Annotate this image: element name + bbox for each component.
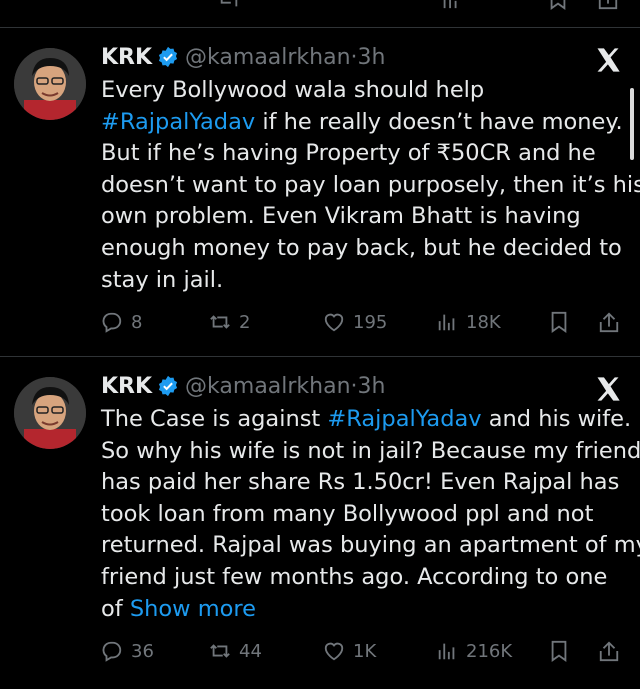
views-button[interactable]: 216K: [436, 637, 512, 665]
bookmark-icon[interactable]: [547, 0, 569, 10]
views-icon[interactable]: [440, 0, 462, 10]
tweet-text-line: But if he’s having Property of ₹50CR and…: [101, 140, 596, 167]
tweet[interactable]: KRK @kamaalrkhan·3h Every Bollywood wala …: [0, 28, 640, 356]
views-count: 18K: [466, 311, 501, 333]
share-button[interactable]: [598, 637, 628, 665]
bookmark-button[interactable]: [548, 308, 578, 336]
retweet-icon: [210, 644, 230, 658]
views-count: 216K: [466, 640, 513, 662]
tweet-text-line: own problem. Even Vikram Bhatt is having: [101, 203, 581, 230]
tweet-text: The Case is against #RajpalYadav and his…: [101, 404, 640, 625]
like-count: 195: [353, 311, 388, 333]
bookmark-button[interactable]: [548, 637, 578, 665]
verified-badge-icon: [158, 46, 178, 68]
reply-icon: [102, 641, 122, 662]
views-button[interactable]: 18K: [436, 308, 501, 336]
tweet-text-line: stay in jail.: [101, 266, 224, 293]
display-name[interactable]: KRK: [101, 45, 152, 70]
retweet-button[interactable]: 44: [209, 637, 262, 665]
tweet-header: KRK @kamaalrkhan·3h: [101, 44, 386, 72]
display-name[interactable]: KRK: [101, 374, 152, 399]
like-icon: [324, 313, 344, 332]
reply-count: 8: [131, 311, 143, 333]
x-logo-icon: [597, 377, 620, 401]
x-logo-icon: [597, 48, 620, 72]
tweet-header: KRK @kamaalrkhan·3h: [101, 373, 386, 401]
previous-tweet-actions: [0, 0, 640, 28]
hashtag-link[interactable]: #RajpalYadav: [101, 109, 255, 135]
reply-button[interactable]: 36: [101, 637, 154, 665]
avatar-image: [14, 377, 86, 449]
tweet-text-line: took loan from many Bollywood ppl and no…: [101, 500, 594, 527]
like-count: 1K: [353, 640, 377, 662]
share-icon: [599, 641, 619, 662]
views-icon: [438, 643, 455, 660]
avatar[interactable]: [14, 48, 86, 120]
show-more-link[interactable]: Show more: [130, 596, 256, 622]
handle[interactable]: @kamaalrkhan: [185, 374, 351, 399]
avatar[interactable]: [14, 377, 86, 449]
reply-icon: [102, 312, 122, 333]
tweet-text: Every Bollywood wala should help #Rajpal…: [101, 75, 640, 296]
tweet-text-line: The Case is against #RajpalYadav and his…: [101, 406, 632, 432]
bookmark-icon: [551, 640, 567, 662]
share-button[interactable]: [598, 308, 628, 336]
retweet-count: 44: [239, 640, 262, 662]
avatar-image: [14, 48, 86, 120]
like-button[interactable]: 195: [323, 308, 387, 336]
tweet-actions: 8 2 195 18K: [101, 308, 621, 336]
share-icon: [599, 312, 619, 333]
handle[interactable]: @kamaalrkhan: [185, 45, 351, 70]
tweet-text-line: Every Bollywood wala should help: [101, 77, 485, 103]
like-button[interactable]: 1K: [323, 637, 376, 665]
retweet-icon: [210, 315, 230, 329]
like-icon: [324, 642, 344, 661]
tweet-text-line: has paid her share Rs 1.50cr! Even Rajpa…: [101, 469, 620, 496]
timestamp[interactable]: 3h: [358, 45, 386, 70]
tweet-text-line: #RajpalYadav if he really doesn’t have m…: [101, 108, 623, 135]
share-icon[interactable]: [597, 0, 619, 10]
timestamp[interactable]: 3h: [358, 374, 386, 399]
retweet-button[interactable]: 2: [209, 308, 250, 336]
tweet-text-line: So why his wife is not in jail? Because …: [101, 437, 640, 464]
separator-dot: ·: [350, 45, 358, 70]
verified-badge-icon: [158, 375, 178, 397]
tweet-actions: 36 44 1K 216K: [101, 637, 621, 665]
retweet-count: 2: [239, 311, 251, 333]
reply-count: 36: [131, 640, 154, 662]
retweet-icon[interactable]: [218, 0, 240, 10]
tweet[interactable]: KRK @kamaalrkhan·3h The Case is against #…: [0, 357, 640, 689]
tweet-text-line: friend just few months ago. According to…: [101, 563, 608, 590]
separator-dot: ·: [350, 374, 358, 399]
reply-button[interactable]: 8: [101, 308, 142, 336]
bookmark-icon: [551, 311, 567, 333]
hashtag-link[interactable]: #RajpalYadav: [327, 406, 481, 432]
tweet-text-line: doesn’t want to pay loan purposely, then…: [101, 171, 640, 198]
views-icon: [438, 314, 455, 331]
tweet-text-line: enough money to pay back, but he decided…: [101, 234, 622, 261]
tweet-text-line: returned. Rajpal was buying an apartment…: [101, 532, 640, 559]
tweet-text-line: of Show more: [101, 595, 256, 622]
